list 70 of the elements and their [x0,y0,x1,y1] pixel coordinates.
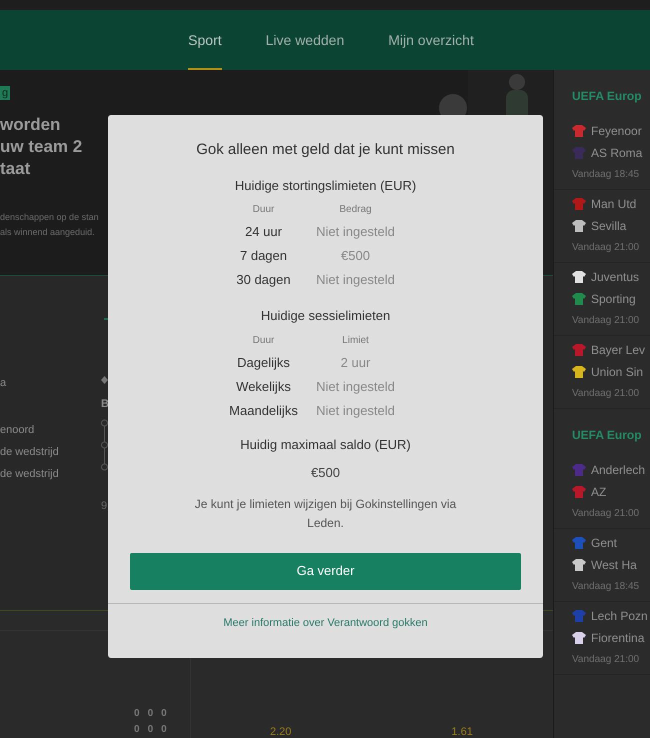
odds-value: 2.20 [270,726,292,738]
score-digit: 0 [161,707,167,720]
match-time: Vandaag 18:45 [572,168,640,182]
odds-value: 1.61 [451,726,473,738]
team-name[interactable]: Man Utd [591,195,636,213]
score-digit: 0 [134,723,140,736]
team-name[interactable]: Sporting [591,290,636,308]
match-time: Vandaag 18:45 [572,580,640,594]
limit-value: Niet ingesteld [315,223,396,241]
match-time: Vandaag 21:00 [572,241,640,255]
team-name[interactable]: West Ha [591,556,637,574]
team-name[interactable]: Gent [591,534,618,552]
period-label: 7 dagen [239,247,288,265]
headline-text: uw team 2 [0,136,82,158]
headline-text: taat [0,158,30,180]
promo-text: denschappen op de stan [0,211,99,224]
modal-title: Gok alleen met geld dat je kunt missen [196,140,455,160]
market-label: de wedstrijd [0,467,59,482]
team-name[interactable]: AS Roma [591,144,642,162]
limit-value: Niet ingesteld [315,402,396,420]
limit-value: Niet ingesteld [315,378,396,396]
promo-badge: g [0,86,10,100]
period-label: Dagelijks [236,354,291,372]
nav-tab[interactable]: Live wedden [266,10,344,70]
promo-text: als winnend aangeduid. [0,226,95,239]
team-name[interactable]: Union Sin [591,363,644,381]
info-text: Je kunt je limieten wijzigen bij Gokinstellingen via Leden. [194,496,458,532]
period-label: 30 dagen [235,271,292,289]
headline-text: worden [0,114,60,136]
team-name[interactable]: Bayer Lev [591,341,646,359]
column-header: Duur [252,203,276,217]
radio-line-drawing [101,419,108,471]
column-header: Duur [252,334,276,348]
score-digit: 0 [161,723,167,736]
match-time: Vandaag 21:00 [572,507,640,521]
section-heading: Huidige sessielimieten [260,307,390,325]
period-label: Maandelijks [228,402,299,420]
section-title: UEFA Europ [572,88,642,105]
period-label: 24 uur [244,223,283,241]
section-heading: Huidige stortingslimieten (EUR) [234,176,416,195]
match-time: Vandaag 21:00 [572,653,640,667]
market-label: enoord [0,423,34,438]
limit-value: €500 [340,247,371,265]
limit-value: Niet ingesteld [315,271,396,289]
match-time: Vandaag 21:00 [572,314,640,328]
team-name[interactable]: Feyenoor [591,122,642,140]
nav-tab[interactable]: Mijn overzicht [388,10,474,70]
team-name[interactable]: AZ [591,483,606,501]
section-heading: Huidig maximaal saldo (EUR) [240,436,411,454]
market-value: 9 [101,499,108,514]
column-header: Limiet [341,334,370,348]
score-digit: 0 [148,707,154,720]
balance-value: €500 [311,464,340,482]
limit-value: 2 uur [340,354,372,372]
period-label: Wekelijks [235,378,292,396]
continue-button[interactable]: Ga verder [130,552,521,590]
column-header: Bedrag [338,203,373,217]
market-label: de wedstrijd [0,445,59,460]
info-link[interactable]: Meer informatie over Verantwoord gokken [223,614,428,631]
team-name[interactable]: Sevilla [591,217,626,235]
team-name[interactable]: Lech Pozn [591,607,648,625]
column-heading: B [101,397,109,412]
market-label: a [0,376,6,391]
section-title: UEFA Europ [572,427,642,444]
score-digit: 0 [134,707,140,720]
score-digit: 0 [148,723,154,736]
team-name[interactable]: Fiorentina [591,629,644,647]
team-name[interactable]: Anderlech [591,461,646,479]
team-name[interactable]: Juventus [591,268,640,286]
match-time: Vandaag 21:00 [572,387,640,401]
